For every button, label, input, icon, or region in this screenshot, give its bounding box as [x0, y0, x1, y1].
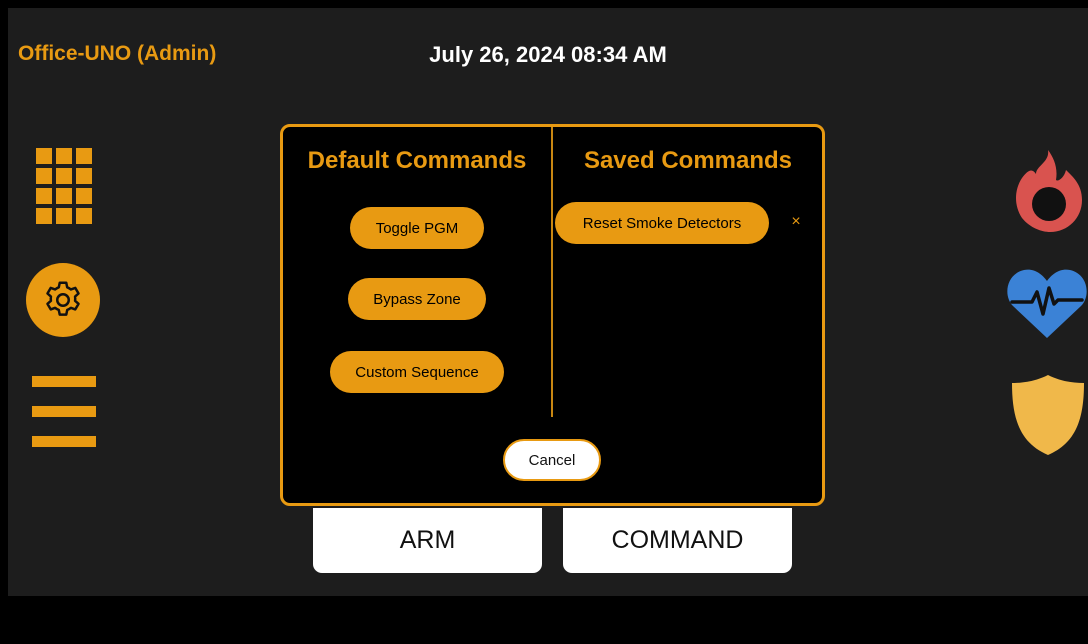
- health-heart-icon[interactable]: [1006, 266, 1088, 340]
- fire-icon[interactable]: [1010, 148, 1086, 232]
- bypass-zone-button[interactable]: Bypass Zone: [348, 278, 486, 320]
- toggle-pgm-button[interactable]: Toggle PGM: [350, 207, 484, 249]
- custom-sequence-button[interactable]: Custom Sequence: [330, 351, 504, 393]
- saved-commands-title: Saved Commands: [583, 147, 793, 174]
- cancel-button[interactable]: Cancel: [503, 439, 601, 481]
- datetime-display: July 26, 2024 08:34 AM: [429, 42, 667, 67]
- menu-icon[interactable]: [32, 376, 96, 452]
- settings-button[interactable]: [26, 263, 100, 337]
- remove-saved-command-icon[interactable]: ×: [786, 212, 806, 232]
- shield-icon[interactable]: [1010, 373, 1086, 457]
- commands-modal: Default Commands Saved Commands Toggle P…: [280, 124, 825, 506]
- saved-command-reset-smoke-detectors[interactable]: Reset Smoke Detectors: [555, 202, 769, 244]
- arm-button[interactable]: ARM: [313, 508, 542, 573]
- command-button[interactable]: COMMAND: [563, 508, 792, 573]
- app-screen: Office-UNO (Admin) July 26, 2024 08:34 A…: [8, 8, 1088, 596]
- keypad-grid-icon[interactable]: [34, 148, 92, 224]
- bottom-bar: [0, 596, 1088, 644]
- default-commands-title: Default Commands: [307, 147, 527, 174]
- gear-icon: [46, 281, 80, 316]
